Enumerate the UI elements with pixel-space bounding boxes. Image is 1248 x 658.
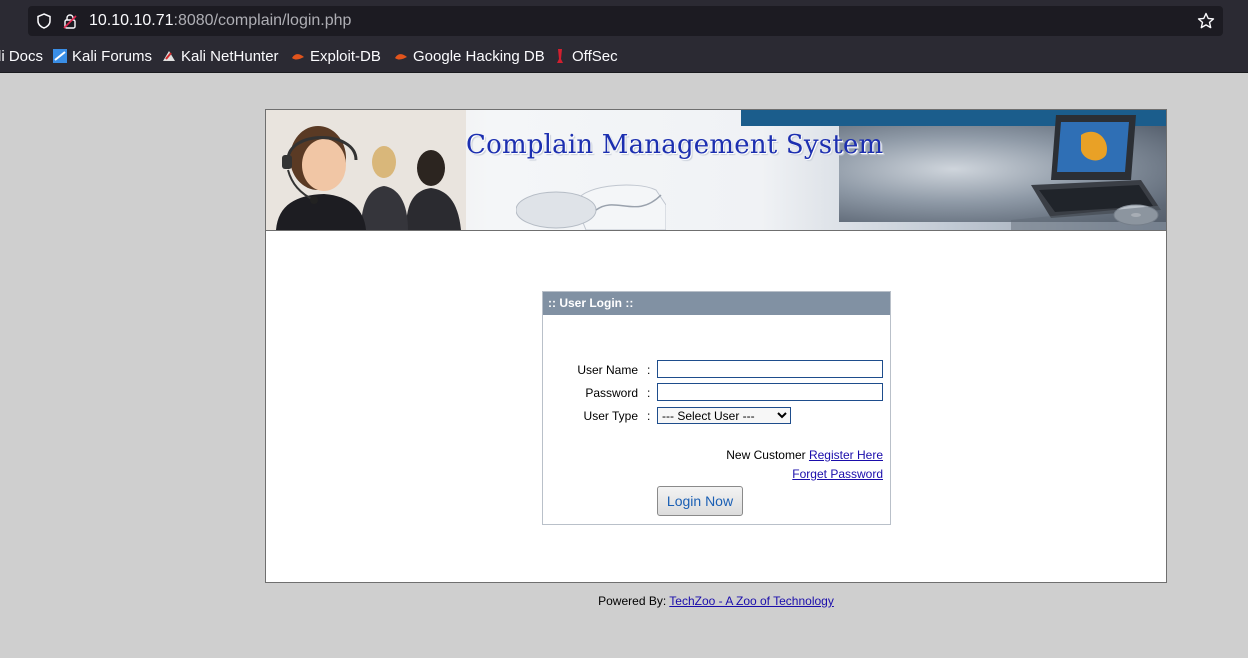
footer-link[interactable]: TechZoo - A Zoo of Technology xyxy=(669,594,834,608)
footer-prefix: Powered By: xyxy=(598,594,667,608)
colon: : xyxy=(647,409,651,423)
bookmark-label: Exploit-DB xyxy=(310,48,381,65)
laptop-image xyxy=(1011,115,1166,230)
url-path: :8080/complain/login.php xyxy=(173,12,352,29)
password-label: Password xyxy=(585,386,638,400)
bookmarks-toolbar: li Docs Kali Forums Kali NetHunter Explo… xyxy=(0,42,1248,73)
register-line: New Customer Register Here xyxy=(726,448,883,462)
password-input[interactable] xyxy=(657,383,883,401)
bookmark-kali-nethunter[interactable]: Kali NetHunter xyxy=(162,42,279,72)
colon: : xyxy=(647,386,651,400)
password-row: Password : xyxy=(543,383,890,403)
bookmark-google-hacking-db[interactable]: Google Hacking DB xyxy=(394,42,545,72)
mouse-keyboard-image xyxy=(516,184,666,230)
username-label: User Name xyxy=(577,363,638,377)
bookmark-exploit-db[interactable]: Exploit-DB xyxy=(291,42,381,72)
username-input[interactable] xyxy=(657,360,883,378)
bookmark-kali-forums[interactable]: Kali Forums xyxy=(53,42,152,72)
url-text[interactable]: 10.10.10.71:8080/complain/login.php xyxy=(89,6,351,36)
login-button[interactable]: Login Now xyxy=(657,486,743,516)
bookmark-label: Google Hacking DB xyxy=(413,48,545,65)
forget-line: Forget Password xyxy=(792,467,883,481)
forget-password-link[interactable]: Forget Password xyxy=(792,467,883,481)
page-container: Complain Management System :: User Login… xyxy=(265,109,1167,583)
browser-toolbar: 10.10.10.71:8080/complain/login.php xyxy=(0,0,1248,42)
new-customer-text: New Customer xyxy=(726,448,806,462)
login-form: :: User Login :: User Name : Password : … xyxy=(542,291,891,525)
usertype-row: User Type : --- Select User --- xyxy=(543,406,890,426)
kali-forums-icon xyxy=(53,49,67,63)
bookmark-offsec[interactable]: OffSec xyxy=(553,42,618,72)
shield-icon[interactable] xyxy=(36,13,52,29)
register-link[interactable]: Register Here xyxy=(809,448,883,462)
bookmark-kali-docs[interactable]: li Docs xyxy=(0,42,43,72)
bookmark-star-icon[interactable] xyxy=(1197,12,1215,30)
address-bar[interactable]: 10.10.10.71:8080/complain/login.php xyxy=(28,6,1223,36)
kali-nethunter-icon xyxy=(163,51,175,61)
offsec-icon xyxy=(557,49,563,63)
url-host: 10.10.10.71 xyxy=(89,12,174,29)
bookmark-label: li Docs xyxy=(0,48,44,65)
usertype-label: User Type xyxy=(583,409,638,423)
footer: Powered By: TechZoo - A Zoo of Technolog… xyxy=(265,594,1167,608)
site-title: Complain Management System xyxy=(466,130,884,160)
bookmark-label: Kali Forums xyxy=(72,48,153,65)
bookmark-label: OffSec xyxy=(572,48,618,65)
call-center-people-image xyxy=(266,110,466,230)
ghdb-icon xyxy=(395,54,407,60)
colon: : xyxy=(647,363,651,377)
login-header: :: User Login :: xyxy=(543,292,890,315)
insecure-lock-icon[interactable] xyxy=(62,13,78,29)
exploit-db-icon xyxy=(292,54,304,60)
usertype-select[interactable]: --- Select User --- xyxy=(657,407,791,424)
username-row: User Name : xyxy=(543,360,890,380)
bookmark-label: Kali NetHunter xyxy=(181,48,279,65)
header-banner: Complain Management System xyxy=(266,110,1166,231)
